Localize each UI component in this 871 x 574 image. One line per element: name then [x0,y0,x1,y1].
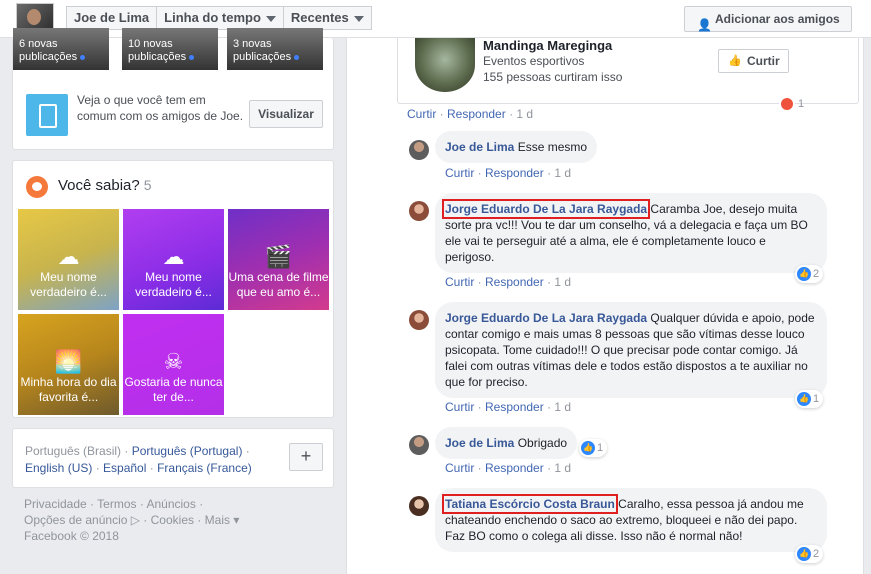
new-dot-icon [294,54,300,60]
comment-author[interactable]: Jorge Eduardo De La Jara Raygada [441,199,651,219]
question-tile[interactable]: ☁ Meu nome verdadeiro é... [123,209,224,310]
recent-dropdown[interactable]: Recentes [284,7,371,29]
avatar[interactable] [409,435,429,455]
reply-link[interactable]: Responder [447,107,506,121]
language-link[interactable]: English (US) [25,461,92,475]
comment-actions: Curtir · Responder · 1 d [445,166,572,180]
sunset-icon: 🌅 [54,349,83,374]
thumbs-up-icon: 👍 [797,267,811,282]
cloud-icon: ☁ [57,244,80,269]
reaction-summary[interactable]: 1 [779,96,804,112]
shared-page-card: Mandinga Mareginga Eventos esportivos 15… [397,38,859,104]
compare-text: Veja o que você tem em comum com os amig… [77,93,244,123]
footer-line[interactable]: Privacidade · Termos · Anúncios · [24,496,324,512]
like-link[interactable]: Curtir [445,166,474,180]
like-link[interactable]: Curtir [445,275,474,289]
comment-author[interactable]: Joe de Lima [445,140,514,154]
page-avatar[interactable] [415,38,475,92]
comment-bubble: Joe de Lima Esse mesmo [435,131,598,163]
page-likes: 155 pessoas curtiram isso [483,70,623,84]
profile-nav: Joe de Lima Linha do tempo Recentes [66,6,372,30]
footer-links: Privacidade · Termos · Anúncios · Opções… [24,496,324,544]
like-link[interactable]: Curtir [445,400,474,414]
cloud-icon: ☁ [162,244,185,269]
timestamp: 1 d [554,461,572,475]
timestamp: 1 d [516,107,534,121]
timestamp: 1 d [554,166,572,180]
language-list: Português (Brasil) · Português (Portugal… [25,444,252,475]
question-tile[interactable]: ☠ Gostaria de nunca ter de... [123,314,224,415]
comment-author[interactable]: Jorge Eduardo De La Jara Raygada [445,311,647,325]
footer-line[interactable]: Opções de anúncio ▷ · Cookies · Mais ▾ [24,512,324,528]
compare-friends-icon [26,94,68,136]
reply-link[interactable]: Responder [485,166,544,180]
chevron-down-icon [265,15,276,22]
language-link[interactable]: Français (France) [157,461,252,475]
thumbs-up-icon: 👍 [797,547,811,562]
profile-name-link[interactable]: Joe de Lima [67,7,158,29]
like-count-badge[interactable]: 👍 1 [579,439,608,457]
view-button[interactable]: Visualizar [249,100,323,128]
friend-thumb[interactable]: 10 novas publicações [122,28,218,70]
question-tile[interactable]: ☁ Meu nome verdadeiro é... [18,209,119,310]
thumbs-up-icon: 👍 [797,392,811,407]
add-friend-button[interactable]: 👤 Adicionar aos amigos [684,6,852,32]
add-friend-icon: 👤 [697,18,712,32]
comments-feed: Mandinga Mareginga Eventos esportivos 15… [346,38,864,574]
like-count-badge[interactable]: 👍 2 [795,265,824,283]
question-tile[interactable]: 🌅 Minha hora do dia favorita é... [18,314,119,415]
thumbs-up-icon: 👍 [581,441,595,456]
timestamp: 1 d [554,400,572,414]
reply-link[interactable]: Responder [485,461,544,475]
timeline-dropdown[interactable]: Linha do tempo [157,7,284,29]
friends-card: 6 novas publicações 10 novas publicações… [12,28,334,150]
comment-text: Esse mesmo [517,140,588,154]
comment-text: Obrigado [517,436,568,450]
current-language: Português (Brasil) [25,444,122,458]
comment-bubble: Tatiana Escórcio Costa Braun Caralho, es… [435,488,827,552]
comment-author[interactable]: Tatiana Escórcio Costa Braun [442,494,618,514]
comment-bubble: Jorge Eduardo De La Jara Raygada Qualque… [435,302,827,398]
copyright: Facebook © 2018 [24,529,119,543]
comment-author[interactable]: Joe de Lima [445,436,514,450]
comment-actions: Curtir · Responder · 1 d [445,461,572,475]
skull-icon: ☠ [163,349,184,374]
speech-bubble-icon [26,176,48,198]
question-tile[interactable]: 🎬 Uma cena de filme que eu amo é... [228,209,329,310]
angry-reaction-icon [779,96,795,112]
page-category: Eventos esportivos [483,54,585,68]
friend-thumb[interactable]: 3 novas publicações [227,28,323,70]
timestamp: 1 d [554,275,572,289]
avatar[interactable] [409,496,429,516]
like-link[interactable]: Curtir [407,107,436,121]
clapperboard-icon: 🎬 [264,244,293,269]
reply-link[interactable]: Responder [485,400,544,414]
page-name[interactable]: Mandinga Mareginga [483,38,612,53]
new-dot-icon [80,54,86,60]
comment-actions: Curtir · Responder · 1 d [445,275,572,289]
avatar[interactable] [409,310,429,330]
friend-thumb[interactable]: 6 novas publicações [13,28,109,70]
like-count-badge[interactable]: 👍 1 [795,390,824,408]
new-dot-icon [189,54,195,60]
language-link[interactable]: Português (Portugal) [132,444,243,458]
did-you-know-title: Você sabia? 5 [58,177,152,194]
comment-actions: Curtir · Responder · 1 d [407,107,534,121]
avatar[interactable] [409,201,429,221]
languages-card: Português (Brasil) · Português (Portugal… [12,428,334,488]
comment-bubble: Jorge Eduardo De La Jara Raygada Caramba… [435,193,827,273]
like-link[interactable]: Curtir [445,461,474,475]
did-you-know-card: Você sabia? 5 ☁ Meu nome verdadeiro é... … [12,160,334,418]
comment-actions: Curtir · Responder · 1 d [445,400,572,414]
avatar[interactable] [409,140,429,160]
language-link[interactable]: Español [103,461,146,475]
more-languages-button[interactable]: + [289,443,323,471]
reply-link[interactable]: Responder [485,275,544,289]
chevron-down-icon [353,15,364,22]
comment-bubble: Joe de Lima Obrigado [435,427,578,459]
like-count-badge[interactable]: 👍 2 [795,545,824,563]
like-page-button[interactable]: Curtir [718,49,789,73]
